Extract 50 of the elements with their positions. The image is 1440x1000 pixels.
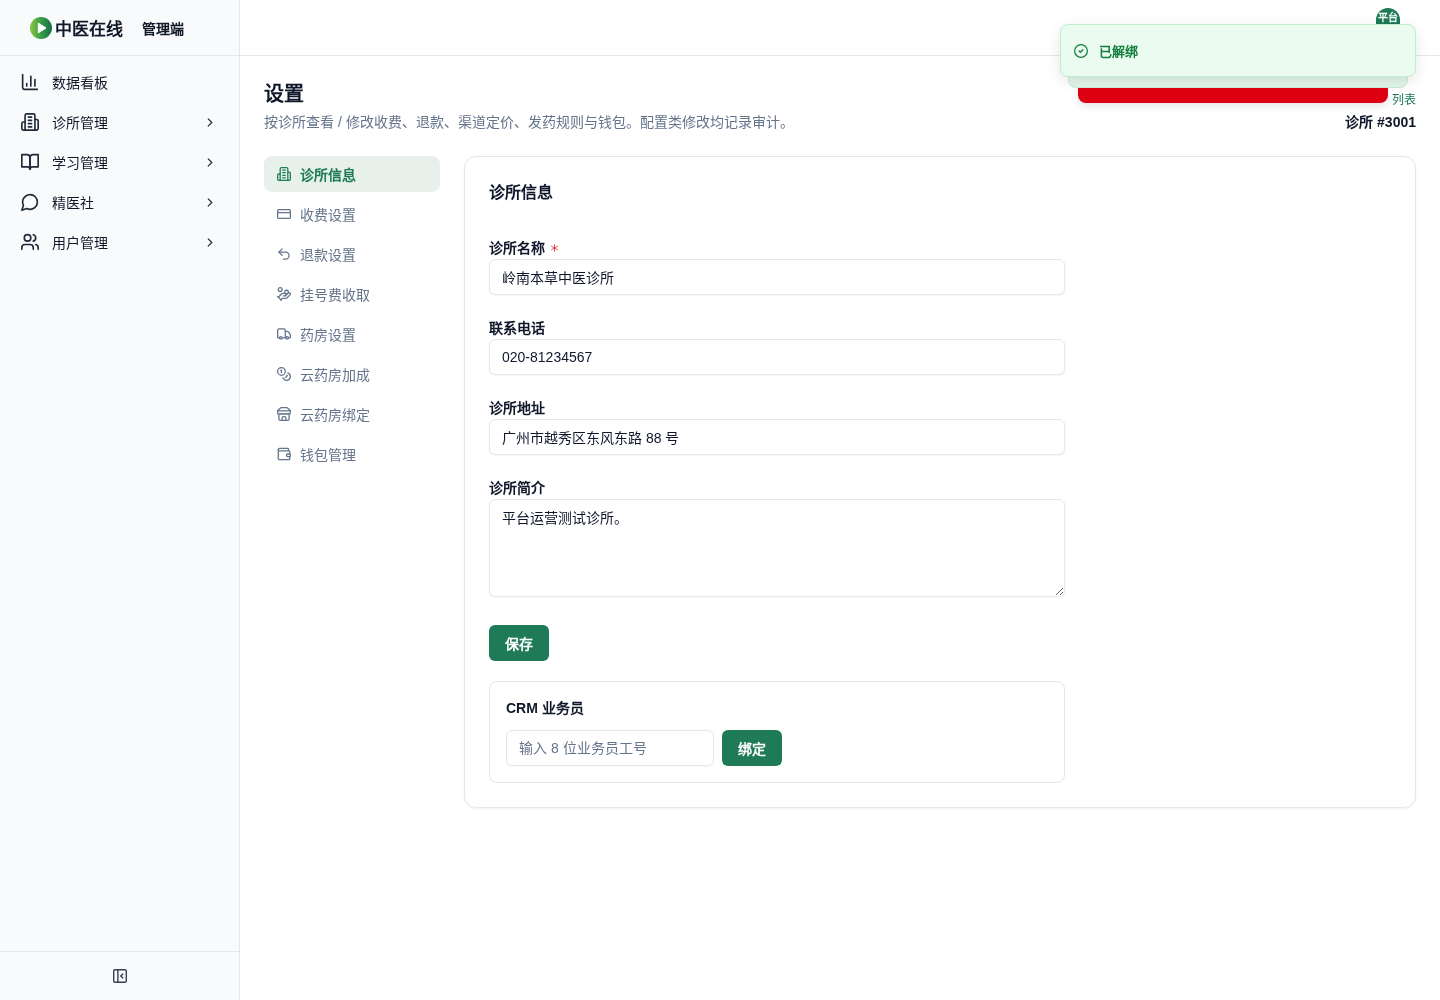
building-icon [21, 113, 39, 131]
store-icon [277, 407, 291, 421]
field-label: 联系电话 [489, 320, 545, 336]
hand-coins-icon [277, 287, 291, 301]
chat-bubble-icon [21, 193, 39, 211]
sidebar-nav-item[interactable]: 数据看板 [12, 62, 227, 102]
crm-title: CRM 业务员 [506, 699, 584, 718]
save-button[interactable]: 保存 [489, 625, 549, 661]
input-field[interactable]: 岭南本草中医诊所 [489, 259, 1065, 295]
building-icon [277, 167, 291, 181]
page-title: 设置 [264, 82, 304, 107]
sidebar-nav-item[interactable]: 学习管理 [12, 142, 227, 182]
users-icon [21, 233, 39, 251]
settings-nav-item[interactable]: 云药房绑定 [264, 396, 440, 432]
textarea-field[interactable]: 平台运营测试诊所。 [489, 499, 1065, 597]
undo-arrow-icon [277, 247, 291, 261]
field-label: 诊所简介 [489, 480, 545, 496]
page-description: 按诊所查看 / 修改收费、退款、渠道定价、发药规则与钱包。配置类修改均记录审计。 [264, 113, 794, 132]
app-subtitle: 管理端 [142, 19, 184, 38]
settings-nav-item[interactable]: 挂号费收取 [264, 276, 440, 312]
sidebar-collapse-icon[interactable] [112, 969, 127, 983]
check-circle-icon [1074, 43, 1088, 58]
brand-name: 中医在线 [55, 19, 123, 40]
wallet-icon [277, 447, 291, 461]
input-field[interactable]: 输入 8 位业务员工号 [506, 730, 714, 766]
credit-card-icon [277, 207, 291, 221]
toast-message: 已解绑 [1099, 43, 1138, 60]
bind-button[interactable]: 绑定 [722, 730, 782, 766]
back-link[interactable]: 列表 [1392, 92, 1416, 108]
input-field[interactable]: 广州市越秀区东风东路 88 号 [489, 419, 1065, 455]
open-book-icon [21, 153, 39, 171]
settings-nav-item[interactable]: 退款设置 [264, 236, 440, 272]
play-logo-icon [30, 16, 52, 39]
clinic-id-label: 诊所 #3001 [1345, 113, 1416, 132]
card-title: 诊所信息 [489, 183, 553, 203]
sidebar-nav-item[interactable]: 诊所管理 [12, 102, 227, 142]
sidebar-nav-item[interactable]: 用户管理 [12, 222, 227, 262]
user-avatar[interactable]: 平台 [1376, 8, 1400, 24]
truck-icon [277, 327, 291, 341]
field-label: 诊所地址 [489, 400, 545, 416]
sidebar-nav-item[interactable]: 精医社 [12, 182, 227, 222]
settings-nav-item[interactable]: 诊所信息 [264, 156, 440, 192]
field-label: 诊所名称 [489, 240, 545, 256]
bar-chart-icon [21, 73, 39, 91]
settings-nav-item[interactable]: 钱包管理 [264, 436, 440, 472]
coins-icon [277, 367, 291, 381]
settings-nav-item[interactable]: 收费设置 [264, 196, 440, 232]
input-field[interactable]: 020-81234567 [489, 339, 1065, 375]
settings-nav-item[interactable]: 云药房加成 [264, 356, 440, 392]
settings-nav-item[interactable]: 药房设置 [264, 316, 440, 352]
